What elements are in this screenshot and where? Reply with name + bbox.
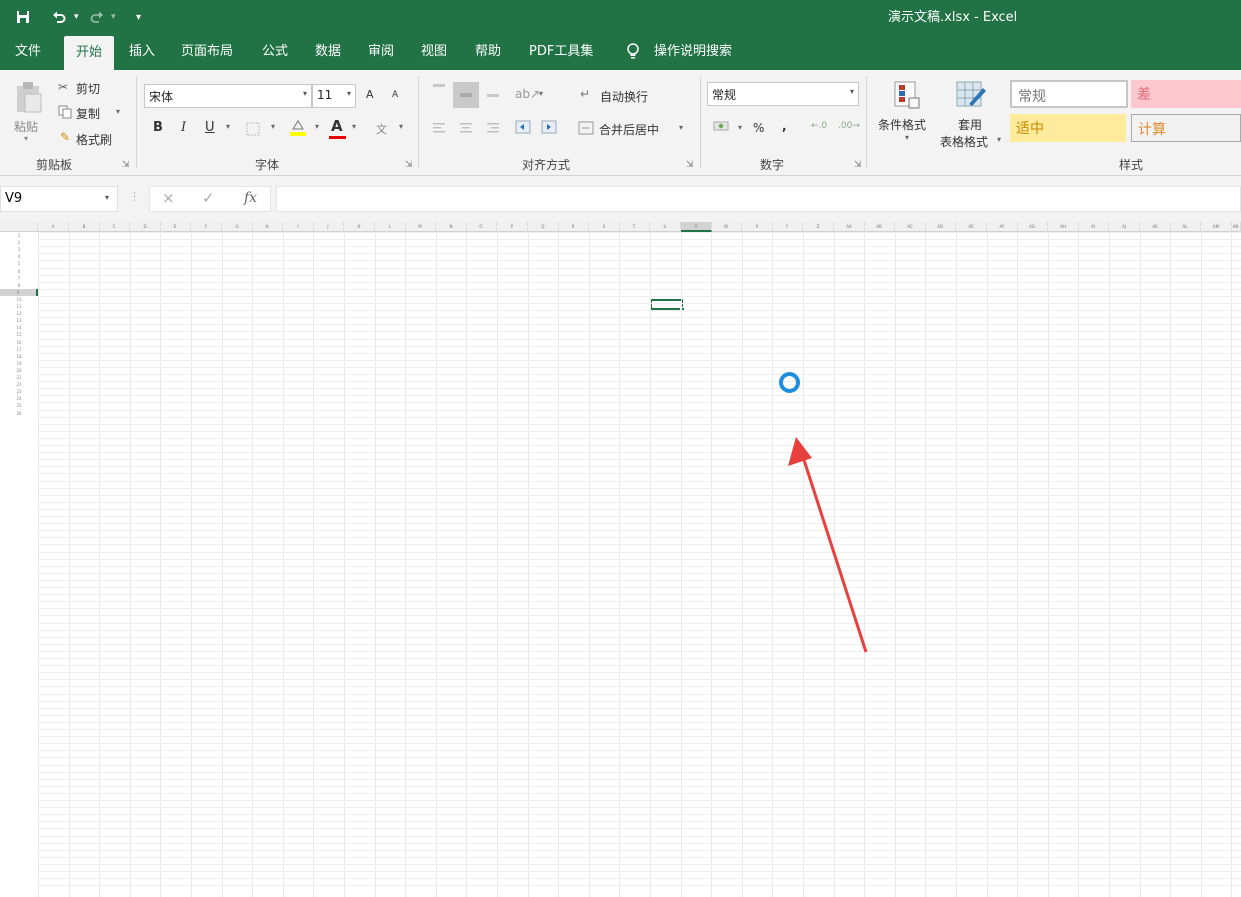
annotation-arrow [788, 437, 868, 653]
